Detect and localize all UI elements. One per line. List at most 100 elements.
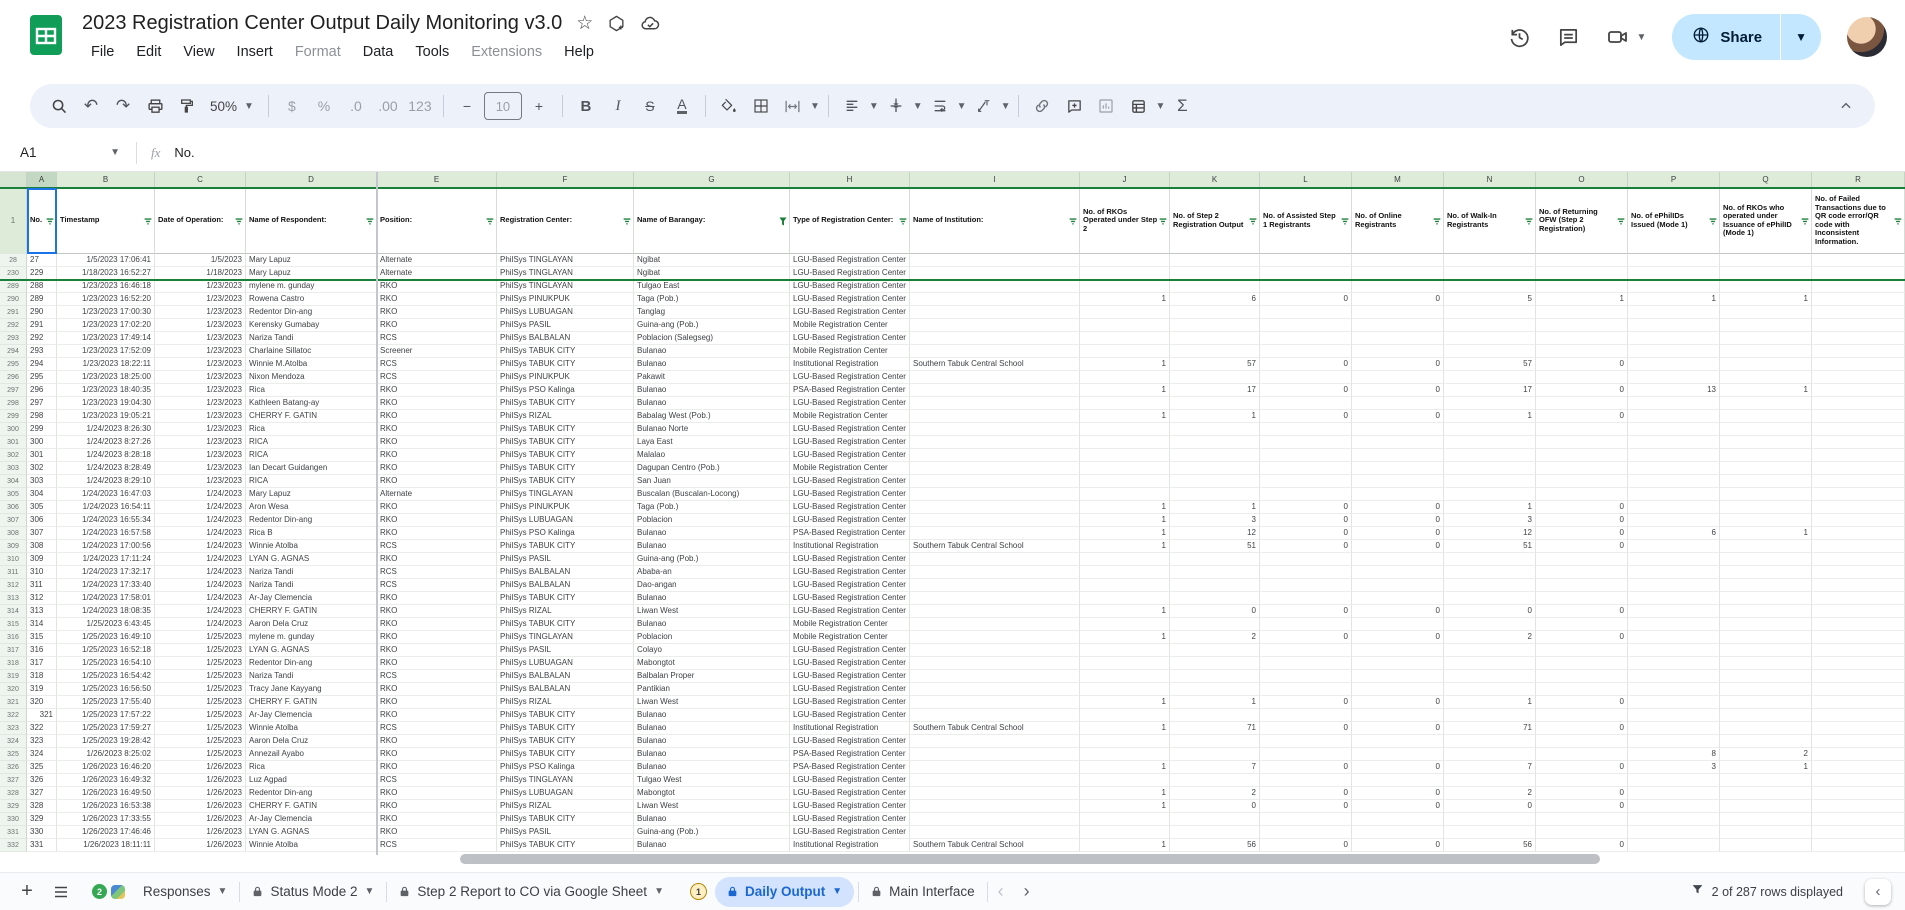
sheet-cell[interactable] (1352, 475, 1444, 488)
row-header-28[interactable]: 28 (0, 254, 27, 267)
sheet-cell[interactable] (1812, 358, 1905, 371)
sheet-cell[interactable]: 295 (27, 371, 57, 384)
sheet-cell[interactable]: 17 (1170, 384, 1260, 397)
sheet-cell[interactable]: RKO (377, 592, 497, 605)
sheet-cell[interactable] (1260, 709, 1352, 722)
sheet-cell[interactable] (1812, 800, 1905, 813)
sheet-cell[interactable] (1812, 709, 1905, 722)
sheet-cell[interactable]: RKO (377, 761, 497, 774)
undo-icon[interactable]: ↶ (76, 91, 106, 121)
sheet-cell[interactable] (910, 423, 1080, 436)
sheet-cell[interactable]: LGU-Based Registration Center (790, 592, 910, 605)
sheet-cell[interactable]: 1/24/2023 (155, 514, 246, 527)
sheet-cell[interactable]: 1/25/2023 6:43:45 (57, 618, 155, 631)
sheet-cell[interactable] (1812, 631, 1905, 644)
filter-icon[interactable] (1249, 217, 1257, 226)
sheet-cell[interactable] (1720, 605, 1812, 618)
sheet-cell[interactable] (1812, 735, 1905, 748)
row-header-324[interactable]: 324 (0, 735, 27, 748)
sheet-cell[interactable]: 297 (27, 397, 57, 410)
sheet-cell[interactable] (1536, 332, 1628, 345)
horizontal-scrollbar[interactable] (460, 854, 1600, 864)
column-header-G[interactable]: G (634, 172, 790, 188)
sheet-cell[interactable]: Mary Lapuz (246, 267, 377, 280)
sheet-cell[interactable] (1260, 657, 1352, 670)
sheet-cell[interactable]: 2 (1170, 787, 1260, 800)
sheet-cell[interactable] (1628, 449, 1720, 462)
sheet-cell[interactable]: 1/25/2023 17:57:22 (57, 709, 155, 722)
header-cell[interactable]: No. of Step 2 Registration Output (1170, 188, 1260, 254)
row-header-328[interactable]: 328 (0, 787, 27, 800)
sheet-cell[interactable]: 0 (1260, 501, 1352, 514)
sheet-cell[interactable]: 0 (1260, 410, 1352, 423)
row-header-298[interactable]: 298 (0, 397, 27, 410)
sheet-cell[interactable]: PhilSys LUBUAGAN (497, 514, 634, 527)
sheet-cell[interactable] (1720, 709, 1812, 722)
insert-comment-icon[interactable] (1059, 91, 1089, 121)
sheet-cell[interactable]: PhilSys TABUK CITY (497, 592, 634, 605)
sheet-cell[interactable] (1536, 592, 1628, 605)
sheet-cell[interactable] (1080, 683, 1170, 696)
sheet-cell[interactable]: 0 (1352, 631, 1444, 644)
sheet-cell[interactable] (1720, 449, 1812, 462)
header-cell[interactable]: No. of RKOs who operated under Issuance … (1720, 188, 1812, 254)
sheet-cell[interactable] (1080, 592, 1170, 605)
sheet-cell[interactable]: 0 (1352, 605, 1444, 618)
sheet-cell[interactable] (910, 488, 1080, 501)
sheet-cell[interactable]: PhilSys TABUK CITY (497, 345, 634, 358)
sheet-cell[interactable] (1352, 644, 1444, 657)
sheet-cell[interactable]: LGU-Based Registration Center (790, 449, 910, 462)
sheet-cell[interactable]: Balbalan Proper (634, 670, 790, 683)
row-header-309[interactable]: 309 (0, 540, 27, 553)
sheet-cell[interactable]: 326 (27, 774, 57, 787)
sheet-cell[interactable]: 288 (27, 280, 57, 293)
row-header-323[interactable]: 323 (0, 722, 27, 735)
column-header-K[interactable]: K (1170, 172, 1260, 188)
sheet-cell[interactable]: CHERRY F. GATIN (246, 410, 377, 423)
sheet-cell[interactable] (1260, 254, 1352, 267)
sheet-cell[interactable]: 1 (1080, 358, 1170, 371)
row-header-301[interactable]: 301 (0, 436, 27, 449)
sheet-cell[interactable] (1812, 475, 1905, 488)
functions-icon[interactable]: Σ (1167, 91, 1197, 121)
sheet-cell[interactable]: PhilSys TABUK CITY (497, 813, 634, 826)
sheet-cell[interactable]: 0 (1444, 605, 1536, 618)
sheet-cell[interactable]: 1 (1080, 787, 1170, 800)
sheet-cell[interactable]: Mabongtot (634, 787, 790, 800)
sheet-cell[interactable] (1170, 397, 1260, 410)
sheet-cell[interactable] (1170, 657, 1260, 670)
row-header-313[interactable]: 313 (0, 592, 27, 605)
sheet-cell[interactable] (1720, 475, 1812, 488)
decrease-decimals-button[interactable]: .0 (341, 91, 371, 121)
sheet-cell[interactable] (1536, 475, 1628, 488)
sheet-cell[interactable]: 318 (27, 670, 57, 683)
sheet-cell[interactable] (1260, 280, 1352, 293)
row-header-291[interactable]: 291 (0, 306, 27, 319)
row-header-330[interactable]: 330 (0, 813, 27, 826)
sheet-cell[interactable] (1628, 709, 1720, 722)
sheet-cell[interactable] (1080, 488, 1170, 501)
sheet-cell[interactable]: 303 (27, 475, 57, 488)
sheet-cell[interactable] (1720, 618, 1812, 631)
sheet-cell[interactable]: LGU-Based Registration Center (790, 436, 910, 449)
row-header-329[interactable]: 329 (0, 800, 27, 813)
sheet-cell[interactable]: LGU-Based Registration Center (790, 397, 910, 410)
sheet-cell[interactable]: Poblacion (Salegseg) (634, 332, 790, 345)
sheet-cell[interactable]: RICA (246, 475, 377, 488)
sheet-cell[interactable]: 290 (27, 306, 57, 319)
sheet-cell[interactable]: 1/26/2023 8:25:02 (57, 748, 155, 761)
sheet-cell[interactable]: LGU-Based Registration Center (790, 670, 910, 683)
sheet-cell[interactable]: 0 (1536, 631, 1628, 644)
sheet-cell[interactable] (1352, 826, 1444, 839)
menu-item-tools[interactable]: Tools (406, 41, 458, 63)
row-header-332[interactable]: 332 (0, 839, 27, 852)
sheet-cell[interactable]: PhilSys BALBALAN (497, 683, 634, 696)
filter-icon[interactable] (1069, 217, 1077, 226)
sheet-cell[interactable] (1260, 644, 1352, 657)
sheet-cell[interactable]: Redentor Din-ang (246, 787, 377, 800)
sheet-cell[interactable] (1720, 696, 1812, 709)
sheet-cell[interactable]: 1/23/2023 (155, 280, 246, 293)
sheet-cell[interactable]: 1 (1080, 761, 1170, 774)
sheet-cell[interactable]: 1/25/2023 17:59:27 (57, 722, 155, 735)
format-percent-button[interactable]: % (309, 91, 339, 121)
